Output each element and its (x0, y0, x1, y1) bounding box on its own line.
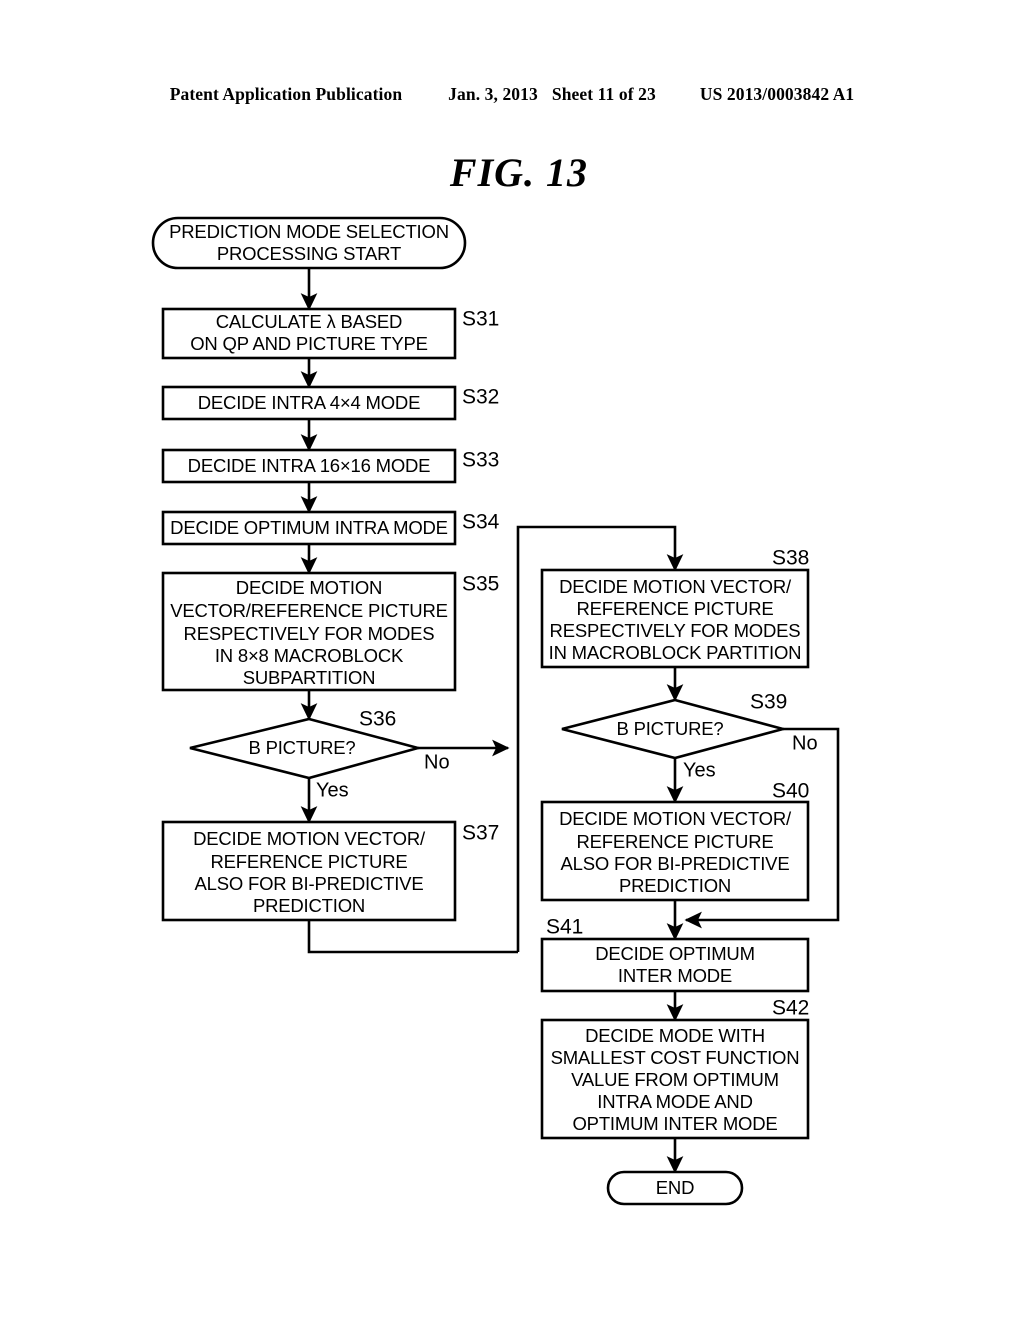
start-label-line1: PREDICTION MODE SELECTION (169, 221, 449, 242)
node-s36: B PICTURE? S36 Yes No (189, 708, 450, 801)
node-s39: B PICTURE? S39 Yes No (561, 691, 818, 781)
s42-step-tag: S42 (772, 997, 809, 1020)
s31-step-tag: S31 (462, 308, 499, 331)
s39-step-tag: S39 (750, 691, 787, 714)
s38-label-line1: DECIDE MOTION VECTOR/ (559, 576, 792, 597)
s37-step-tag: S37 (462, 822, 499, 845)
node-s31: CALCULATE λ BASED ON QP AND PICTURE TYPE… (161, 308, 499, 360)
node-start: PREDICTION MODE SELECTION PROCESSING STA… (151, 216, 467, 270)
s37-label-line3: ALSO FOR BI-PREDICTIVE (195, 873, 424, 894)
s42-label-line4: INTRA MODE AND (597, 1091, 753, 1112)
s37-label-line1: DECIDE MOTION VECTOR/ (193, 828, 426, 849)
connector-s37-to-trunk (307, 920, 518, 954)
s35-step-tag: S35 (462, 573, 499, 596)
s39-no-label: No (792, 732, 818, 754)
s35-label-line3: RESPECTIVELY FOR MODES (184, 623, 435, 644)
s36-step-tag: S36 (359, 708, 396, 731)
s35-label-line2: VECTOR/REFERENCE PICTURE (170, 600, 448, 621)
s31-label-line1: CALCULATE λ BASED (216, 311, 402, 332)
s38-label-line3: RESPECTIVELY FOR MODES (550, 620, 801, 641)
s39-yes-label: Yes (683, 759, 716, 781)
s40-label-line2: REFERENCE PICTURE (576, 831, 773, 852)
s41-label-line2: INTER MODE (618, 965, 732, 986)
s42-label-line1: DECIDE MODE WITH (585, 1025, 765, 1046)
node-s37: DECIDE MOTION VECTOR/ REFERENCE PICTURE … (161, 820, 499, 922)
flowchart-diagram: PREDICTION MODE SELECTION PROCESSING STA… (151, 216, 840, 1206)
node-s32: DECIDE INTRA 4×4 MODE S32 (161, 386, 499, 421)
s32-step-tag: S32 (462, 386, 499, 409)
s40-step-tag: S40 (772, 780, 809, 803)
s36-no-label: No (424, 751, 450, 773)
node-s35: DECIDE MOTION VECTOR/REFERENCE PICTURE R… (161, 571, 499, 692)
s35-label-line4: IN 8×8 MACROBLOCK (215, 645, 404, 666)
s41-label-line1: DECIDE OPTIMUM (595, 943, 755, 964)
s36-yes-label: Yes (316, 779, 349, 801)
s39-label: B PICTURE? (617, 718, 724, 739)
s33-label: DECIDE INTRA 16×16 MODE (188, 455, 431, 476)
s42-label-line3: VALUE FROM OPTIMUM (571, 1069, 779, 1090)
node-s33: DECIDE INTRA 16×16 MODE S33 (161, 449, 499, 484)
s33-step-tag: S33 (462, 449, 499, 472)
s34-step-tag: S34 (462, 511, 500, 534)
s42-label-line2: SMALLEST COST FUNCTION (551, 1047, 800, 1068)
s40-label-line4: PREDICTION (619, 875, 731, 896)
node-end: END (606, 1170, 744, 1206)
s40-label-line3: ALSO FOR BI-PREDICTIVE (561, 853, 790, 874)
s42-label-line5: OPTIMUM INTER MODE (572, 1113, 777, 1134)
s35-label-line5: SUBPARTITION (243, 667, 376, 688)
s36-label: B PICTURE? (249, 737, 356, 758)
s41-step-tag: S41 (546, 916, 583, 939)
s38-step-tag: S38 (772, 547, 809, 570)
start-label-line2: PROCESSING START (217, 243, 401, 264)
node-s34: DECIDE OPTIMUM INTRA MODE S34 (161, 511, 500, 546)
s37-label-line2: REFERENCE PICTURE (210, 851, 407, 872)
s37-label-line4: PREDICTION (253, 895, 365, 916)
end-label: END (656, 1177, 694, 1198)
s38-label-line4: IN MACROBLOCK PARTITION (549, 642, 802, 663)
s40-label-line1: DECIDE MOTION VECTOR/ (559, 808, 792, 829)
s38-label-line2: REFERENCE PICTURE (576, 598, 773, 619)
s35-label-line1: DECIDE MOTION (236, 577, 382, 598)
s34-label: DECIDE OPTIMUM INTRA MODE (170, 517, 448, 538)
s32-label: DECIDE INTRA 4×4 MODE (198, 392, 420, 413)
s31-label-line2: ON QP AND PICTURE TYPE (190, 333, 428, 354)
